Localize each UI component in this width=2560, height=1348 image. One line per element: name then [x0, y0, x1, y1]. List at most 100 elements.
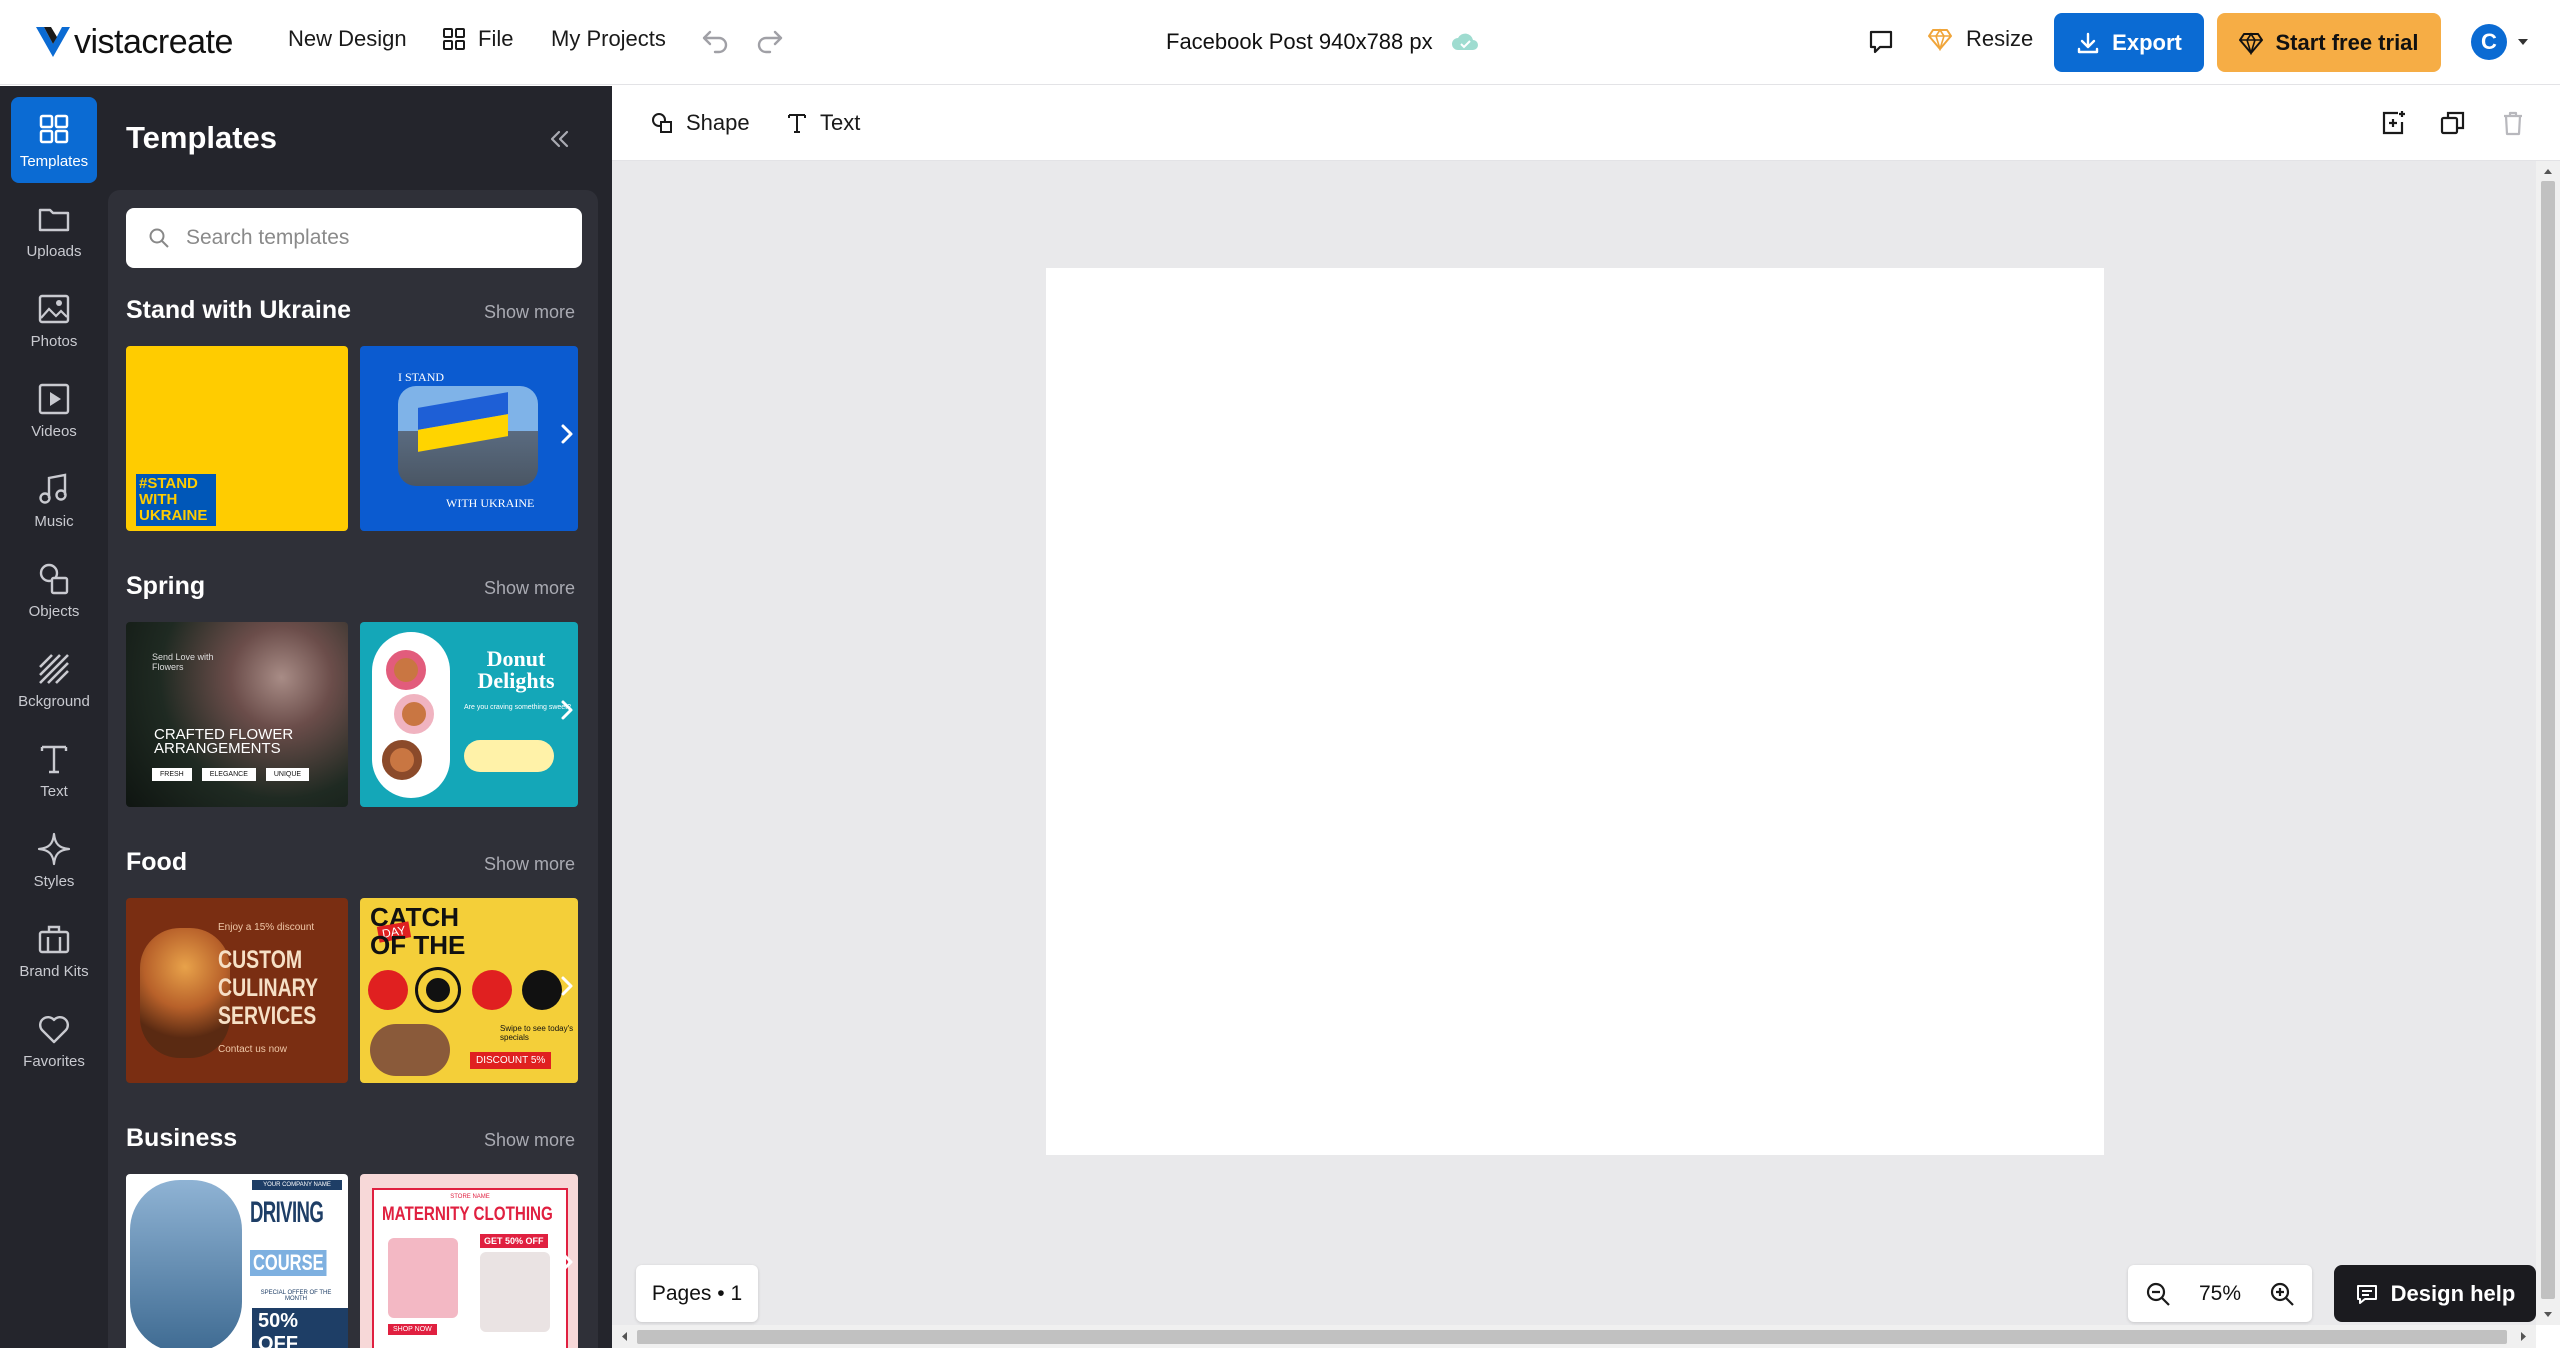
vertical-scroll-thumb[interactable] [2541, 181, 2555, 1299]
template-card[interactable]: #STAND WITH UKRAINE [126, 346, 348, 531]
template-text: Enjoy a 15% discount [218, 922, 315, 933]
add-shape-button[interactable]: Shape [650, 110, 750, 136]
stripes-icon [39, 653, 69, 684]
grid-icon [39, 114, 69, 143]
template-text: Contact us now [218, 1044, 287, 1055]
template-text: GET 50% OFF [480, 1234, 548, 1248]
zoom-in-icon[interactable] [2268, 1280, 2296, 1308]
cloud-check-icon [1451, 33, 1478, 50]
search-icon [149, 228, 169, 248]
shapes-icon [39, 563, 69, 594]
template-text: YOUR COMPANY NAME [252, 1180, 342, 1190]
rail-label: Templates [19, 152, 89, 170]
rail-item-music[interactable]: Music [11, 457, 97, 543]
rail-item-styles[interactable]: Styles [11, 817, 97, 903]
template-text: #STAND WITH UKRAINE [136, 474, 216, 526]
template-card[interactable]: CATCH DAY OF THE Swipe to see today's sp… [360, 898, 578, 1083]
chevron-right-icon[interactable] [555, 972, 579, 1000]
new-design-button[interactable]: New Design [288, 26, 407, 52]
template-photo [140, 928, 230, 1058]
vistacreate-logo[interactable]: vistacreate [34, 22, 233, 62]
template-text: I STAND [398, 370, 445, 384]
vertical-scrollbar[interactable] [2536, 161, 2560, 1325]
add-text-button[interactable]: Text [786, 110, 860, 136]
scroll-left-icon[interactable] [616, 1325, 632, 1348]
template-card[interactable]: YOUR COMPANY NAME DRIVING COURSE SPECIAL… [126, 1174, 348, 1348]
pages-label: Pages • 1 [651, 1281, 743, 1305]
my-projects-button[interactable]: My Projects [551, 26, 666, 52]
rail-label: Bckground [18, 692, 90, 710]
heart-icon [39, 1015, 69, 1043]
show-more-link[interactable]: Show more [484, 1130, 575, 1151]
design-help-button[interactable]: Design help [2334, 1265, 2536, 1322]
template-text: WITH UKRAINE [446, 496, 535, 510]
rail-item-brand-kits[interactable]: Brand Kits [11, 907, 97, 993]
rail-item-uploads[interactable]: Uploads [11, 187, 97, 273]
avatar[interactable]: C [2471, 24, 2507, 60]
chevron-right-icon[interactable] [555, 696, 579, 724]
rail-item-background[interactable]: Bckground [11, 637, 97, 723]
file-menu-button[interactable]: File [442, 26, 513, 52]
pages-button[interactable]: Pages • 1 [636, 1265, 758, 1322]
rail-label: Photos [30, 332, 78, 350]
templates-list[interactable]: Stand with Ukraine Show more #STAND WITH… [108, 190, 598, 1348]
rail-item-objects[interactable]: Objects [11, 547, 97, 633]
template-card[interactable]: Enjoy a 15% discount CUSTOM CULINARY SER… [126, 898, 348, 1083]
start-free-trial-button[interactable]: Start free trial [2217, 13, 2441, 72]
template-photo [130, 1180, 242, 1348]
folder-icon [38, 208, 70, 231]
shapes-icon [652, 113, 672, 133]
show-more-link[interactable]: Show more [484, 854, 575, 875]
redo-icon[interactable] [755, 27, 785, 57]
rail-item-videos[interactable]: Videos [11, 367, 97, 453]
file-label: File [478, 26, 514, 51]
template-text: OF THE [370, 930, 466, 960]
rail-label: Uploads [26, 242, 82, 260]
logo-text: vistacreate [74, 22, 233, 61]
chevron-down-icon[interactable] [2515, 34, 2531, 50]
left-rail: Templates Uploads Photos Videos Music Ob… [0, 86, 108, 1348]
template-text: Send Love with Flowers [152, 652, 214, 672]
section-title: Business [126, 1124, 238, 1152]
template-card[interactable]: I STAND WITH UKRAINE [360, 346, 578, 531]
template-card[interactable]: STORE NAME MATERNITY CLOTHING GET 50% OF… [360, 1174, 578, 1348]
template-card[interactable]: Send Love with Flowers CRAFTED FLOWER AR… [126, 622, 348, 807]
rail-item-text[interactable]: Text [11, 727, 97, 813]
undo-icon[interactable] [700, 27, 730, 57]
zoom-level[interactable]: 75% [2199, 1282, 2241, 1306]
trash-icon[interactable] [2498, 108, 2528, 138]
add-page-icon[interactable] [2378, 108, 2408, 138]
template-tag: FRESH [152, 768, 192, 781]
search-input[interactable] [186, 226, 546, 250]
scroll-up-icon[interactable] [2536, 163, 2560, 179]
scroll-right-icon[interactable] [2516, 1325, 2532, 1348]
rail-label: Text [40, 782, 68, 800]
comment-icon[interactable] [1866, 27, 1896, 57]
rail-item-favorites[interactable]: Favorites [11, 997, 97, 1083]
resize-button[interactable]: Resize [1928, 26, 2033, 52]
rail-label: Music [34, 512, 74, 530]
chevron-right-icon[interactable] [555, 420, 579, 448]
collapse-panel-icon[interactable] [544, 124, 574, 154]
horizontal-scrollbar[interactable] [612, 1325, 2536, 1348]
show-more-link[interactable]: Show more [484, 302, 575, 323]
scroll-down-icon[interactable] [2536, 1307, 2560, 1323]
briefcase-icon [38, 925, 70, 953]
document-title-text: Facebook Post 940x788 px [1166, 29, 1433, 54]
template-card[interactable]: Donut Delights Are you craving something… [360, 622, 578, 807]
text-t-icon [40, 745, 68, 773]
export-button[interactable]: Export [2054, 13, 2204, 72]
design-artboard[interactable] [1046, 268, 2104, 1155]
zoom-out-icon[interactable] [2144, 1280, 2172, 1308]
new-design-label: New Design [288, 26, 407, 51]
rail-item-photos[interactable]: Photos [11, 277, 97, 363]
music-note-icon [39, 473, 67, 504]
rail-item-templates[interactable]: Templates [11, 97, 97, 183]
template-tag: ELEGANCE [201, 768, 256, 781]
show-more-link[interactable]: Show more [484, 578, 575, 599]
duplicate-icon[interactable] [2438, 108, 2468, 138]
chevron-right-icon[interactable] [555, 1248, 579, 1276]
text-label: Text [820, 110, 861, 135]
document-title[interactable]: Facebook Post 940x788 px [1166, 29, 1479, 55]
horizontal-scroll-thumb[interactable] [637, 1330, 2507, 1344]
